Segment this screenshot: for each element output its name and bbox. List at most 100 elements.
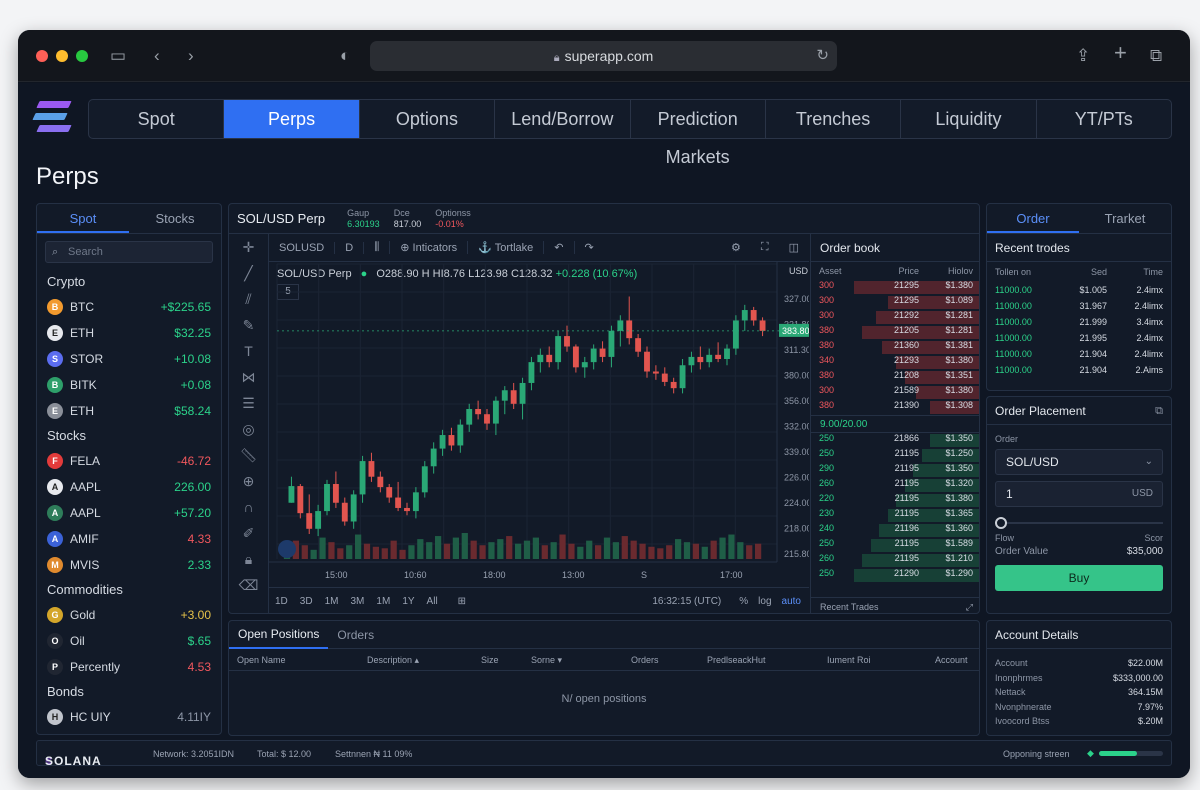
range-button[interactable]: 1M	[370, 596, 396, 607]
tab-orders[interactable]: Orders	[328, 622, 383, 648]
ask-row[interactable]: 380 21360 $1.381	[811, 340, 979, 355]
market-row[interactable]: M MVIS 2.33	[37, 552, 221, 578]
price-chart[interactable]: USD327.00321.80311.30380.00356.00332.003…	[229, 204, 809, 614]
positions-column-header[interactable]: Size	[481, 655, 499, 665]
market-row[interactable]: E ETH $58.24	[37, 398, 221, 424]
market-row[interactable]: A AAPL 226.00	[37, 474, 221, 500]
ask-row[interactable]: 340 21293 $1.380	[811, 355, 979, 370]
close-window-button[interactable]	[36, 50, 48, 62]
market-row[interactable]: B BTC +$225.65	[37, 294, 221, 320]
ask-row[interactable]: 300 21295 $1.089	[811, 295, 979, 310]
ask-row[interactable]: 300 21589 $1.380	[811, 385, 979, 400]
log-toggle[interactable]: log	[758, 596, 771, 607]
ask-row[interactable]: 300 21295 $1.380	[811, 280, 979, 295]
amount-input[interactable]: 1 USD	[995, 481, 1163, 507]
zoom-window-button[interactable]	[76, 50, 88, 62]
ob-amount: 230	[819, 508, 835, 518]
bid-row[interactable]: 250 21195 $1.250	[811, 448, 979, 463]
range-button[interactable]: 1D	[269, 596, 294, 607]
pair-select[interactable]: SOL/USD ⌄	[995, 449, 1163, 475]
market-row[interactable]: F FELA -46.72	[37, 448, 221, 474]
back-icon[interactable]: ‹	[154, 44, 160, 68]
recent-trades-footer[interactable]: Recent Trades ⤢	[811, 597, 979, 613]
bid-row[interactable]: 250 21195 $1.589	[811, 538, 979, 553]
ask-row[interactable]: 380 21208 $1.351	[811, 370, 979, 385]
percent-toggle[interactable]: %	[739, 596, 748, 607]
tab-market[interactable]: Trarket	[1079, 204, 1171, 233]
positions-column-header[interactable]: Iument Roi	[827, 655, 871, 665]
slider-handle[interactable]	[995, 517, 1007, 529]
bid-row[interactable]: 230 21195 $1.365	[811, 508, 979, 523]
nav-tab-prediction-markets[interactable]: Prediction Markets	[631, 100, 766, 167]
positions-column-header[interactable]: Sorne ▾	[531, 655, 562, 666]
range-button[interactable]: 1M	[319, 596, 345, 607]
market-change: +10.08	[173, 352, 211, 366]
market-row[interactable]: H HC UIY 4.11IY	[37, 704, 221, 730]
bid-row[interactable]: 260 21195 $1.210	[811, 553, 979, 568]
bid-row[interactable]: 250 21866 $1.350	[811, 433, 979, 448]
bid-row[interactable]: 240 21196 $1.360	[811, 523, 979, 538]
tabs-overview-icon[interactable]: ⧉	[1150, 44, 1162, 68]
ask-row[interactable]: 380 21390 $1.308	[811, 400, 979, 415]
ask-row[interactable]: 380 21205 $1.281	[811, 325, 979, 340]
bid-row[interactable]: 250 21290 $1.290	[811, 568, 979, 583]
positions-column-header[interactable]: Orders	[631, 655, 659, 665]
nav-tab-trenches[interactable]: Trenches	[766, 100, 902, 138]
nav-tab-options[interactable]: Options	[360, 100, 496, 138]
account-key: Inonphrmes	[995, 672, 1043, 683]
positions-column-header[interactable]: Open Name	[237, 655, 286, 665]
auto-toggle[interactable]: auto	[782, 596, 801, 607]
range-button[interactable]: 3D	[294, 596, 319, 607]
market-row[interactable]: A AAPL +57.20	[37, 500, 221, 526]
nav-tab-spot[interactable]: Spot	[89, 100, 225, 138]
bid-row[interactable]: 220 21195 $1.380	[811, 493, 979, 508]
nav-tab-perps[interactable]: Perps	[224, 100, 360, 138]
volume-bar	[630, 540, 637, 559]
market-list: Crypto B BTC +$225.65 E ETH $32.25 S STOR +10.08 B…	[37, 270, 221, 730]
market-row[interactable]: O Oil $.65	[37, 628, 221, 654]
market-row[interactable]: S STOR +10.08	[37, 346, 221, 372]
range-button[interactable]: 3M	[345, 596, 371, 607]
bid-row[interactable]: 290 21195 $1.350	[811, 463, 979, 478]
new-tab-icon[interactable]: +	[1114, 41, 1127, 65]
market-row[interactable]: P Percently 4.53	[37, 654, 221, 680]
tab-stocks[interactable]: Stocks	[129, 204, 221, 233]
search-input[interactable]: ⌕ Search	[45, 241, 213, 263]
volume-bar	[301, 545, 308, 559]
share-icon[interactable]: ⇪	[1076, 44, 1090, 68]
minimize-window-button[interactable]	[56, 50, 68, 62]
market-row[interactable]: B BITK +0.08	[37, 372, 221, 398]
range-button[interactable]: All	[421, 596, 444, 607]
volume-bar	[452, 537, 459, 559]
reload-icon[interactable]: ↻	[816, 41, 829, 71]
nav-tab-yt-pts[interactable]: YT/PTs	[1037, 100, 1171, 138]
popout-icon[interactable]: ⧉	[1155, 397, 1163, 425]
nav-tab-liquidity[interactable]: Liquidity	[901, 100, 1037, 138]
tab-spot[interactable]: Spot	[37, 204, 129, 233]
address-bar[interactable]: 🔒︎ superapp.com ↻	[370, 41, 837, 71]
shield-icon[interactable]: ◐	[340, 44, 350, 68]
ob-size: $1.360	[945, 523, 973, 533]
bid-row[interactable]: 260 21195 $1.320	[811, 478, 979, 493]
forward-icon[interactable]: ›	[188, 44, 194, 68]
positions-column-header[interactable]: Description ▴	[367, 655, 419, 666]
market-row[interactable]: G Gold +3.00	[37, 602, 221, 628]
ask-row[interactable]: 300 21292 $1.281	[811, 310, 979, 325]
buy-button[interactable]: Buy	[995, 565, 1163, 591]
nav-tab-lend-borrow[interactable]: Lend/Borrow	[495, 100, 631, 138]
tab-open-positions[interactable]: Open Positions	[229, 621, 329, 649]
expand-icon[interactable]: ⤢	[966, 598, 973, 613]
volume-bar	[435, 536, 442, 559]
account-key: Account	[995, 658, 1028, 669]
tab-order[interactable]: Order	[987, 204, 1079, 233]
range-button[interactable]: 1Y	[396, 596, 420, 607]
candle-body	[430, 448, 437, 467]
calendar-icon[interactable]: ⊞	[458, 596, 466, 607]
sidebar-toggle-icon[interactable]: ▭	[110, 44, 126, 68]
positions-column-header[interactable]: Account	[935, 655, 968, 665]
positions-column-header[interactable]: PredlseackHut	[707, 655, 766, 665]
amount-slider[interactable]	[995, 517, 1163, 529]
market-row[interactable]: E ETH $32.25	[37, 320, 221, 346]
chart-logo-icon	[278, 540, 296, 558]
market-row[interactable]: A AMIF 4.33	[37, 526, 221, 552]
